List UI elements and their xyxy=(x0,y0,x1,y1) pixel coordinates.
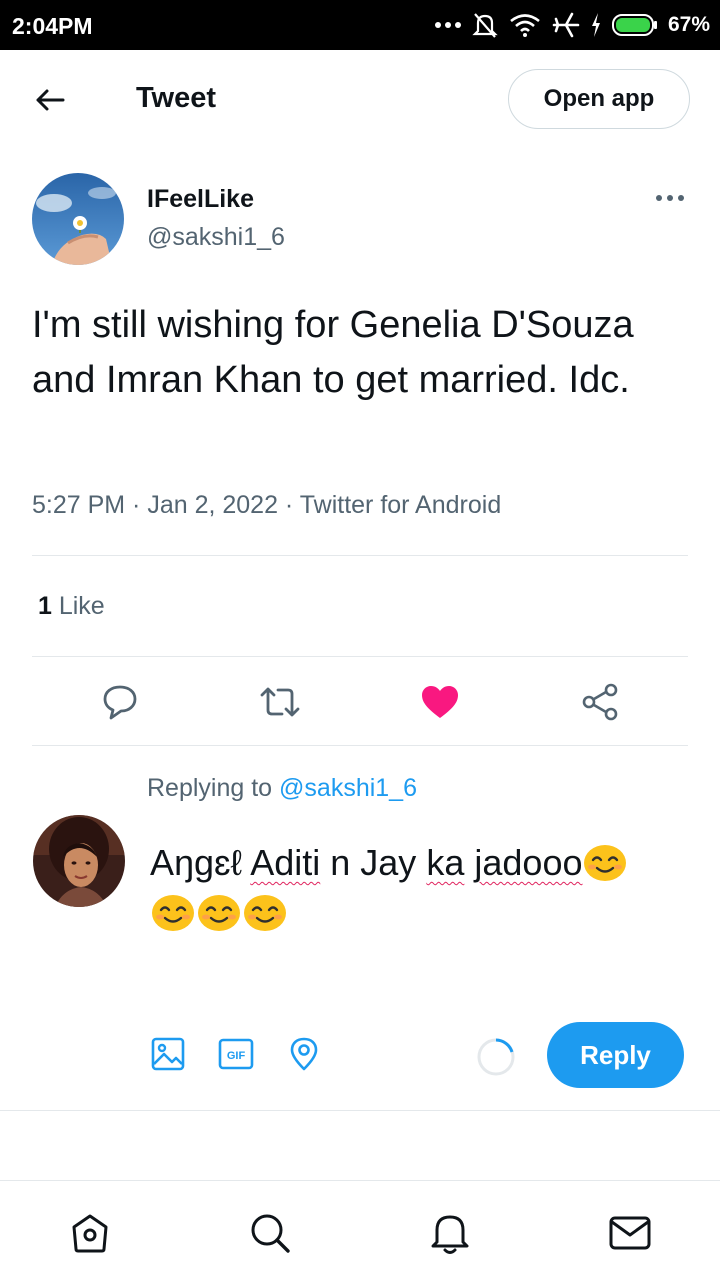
battery-icon xyxy=(611,14,657,36)
mute-bell-icon xyxy=(472,13,498,38)
author-avatar[interactable] xyxy=(32,173,124,265)
nav-messages[interactable] xyxy=(606,1209,654,1257)
svg-text:GIF: GIF xyxy=(227,1050,246,1062)
character-count-ring xyxy=(477,1038,515,1076)
nav-home[interactable] xyxy=(66,1209,114,1257)
more-horizontal-icon xyxy=(656,195,684,201)
retweet-action-button[interactable] xyxy=(258,680,302,724)
gif-icon: GIF xyxy=(218,1038,254,1070)
nav-search[interactable] xyxy=(246,1209,294,1257)
reply-action-button[interactable] xyxy=(98,680,142,724)
reply-word: n Jay xyxy=(330,842,417,883)
replying-to: Replying to @sakshi1_6 xyxy=(147,774,417,803)
add-gif-button[interactable]: GIF xyxy=(218,1036,254,1072)
page-title: Tweet xyxy=(136,82,217,114)
image-icon xyxy=(151,1037,185,1071)
replying-prefix: Replying to xyxy=(147,774,280,802)
like-count-number: 1 xyxy=(38,592,52,620)
home-icon xyxy=(72,1214,108,1253)
messages-envelope-icon xyxy=(609,1216,651,1250)
status-time: 2:04PM xyxy=(12,13,93,39)
author-name[interactable]: IFeelLike xyxy=(147,185,254,214)
reply-icon xyxy=(103,685,137,720)
wifi-icon xyxy=(510,14,540,37)
tweet-text: I'm still wishing for Genelia D'Souza an… xyxy=(32,304,634,401)
status-bar: 2:04PM 67% xyxy=(0,0,720,50)
reply-word-misspelled: jadooo xyxy=(474,842,583,883)
divider xyxy=(32,745,688,746)
like-action-button[interactable] xyxy=(418,680,462,724)
reply-word: Aŋgɛℓ xyxy=(150,842,243,883)
bottom-nav xyxy=(0,1180,720,1280)
open-app-button[interactable]: Open app xyxy=(508,69,690,129)
airplane-icon xyxy=(552,12,580,38)
retweet-icon xyxy=(260,687,300,717)
back-button[interactable] xyxy=(24,80,76,120)
add-location-button[interactable] xyxy=(286,1036,322,1072)
reply-word-misspelled: Aditi xyxy=(250,842,321,883)
reply-button[interactable]: Reply xyxy=(547,1022,684,1088)
smiling-face-emoji xyxy=(582,841,628,883)
divider xyxy=(32,555,688,556)
battery-percent: 67% xyxy=(667,13,710,36)
share-icon xyxy=(582,683,618,721)
likes-count[interactable]: 1 Like xyxy=(38,592,105,621)
smiling-face-emoji xyxy=(196,891,242,933)
status-icons: 67% xyxy=(434,10,710,40)
smiling-face-emoji xyxy=(150,891,196,933)
add-image-button[interactable] xyxy=(150,1036,186,1072)
divider xyxy=(0,1110,720,1111)
replying-handle-link[interactable]: @sakshi1_6 xyxy=(279,774,417,802)
header: Tweet Open app xyxy=(0,50,720,148)
arrow-left-icon xyxy=(36,89,65,111)
charging-icon xyxy=(591,13,600,37)
user-avatar[interactable] xyxy=(33,815,125,907)
author-handle[interactable]: @sakshi1_6 xyxy=(147,223,285,252)
more-dots-icon xyxy=(434,22,461,28)
smiling-face-emoji xyxy=(242,891,288,933)
reply-word-misspelled: ka xyxy=(426,842,465,883)
divider xyxy=(32,656,688,657)
location-pin-icon xyxy=(290,1037,318,1071)
notifications-bell-icon xyxy=(431,1215,469,1254)
like-count-label: Like xyxy=(51,592,105,620)
like-heart-icon xyxy=(422,686,458,718)
tweet-meta: 5:27 PM · Jan 2, 2022 · Twitter for Andr… xyxy=(32,491,502,519)
search-icon xyxy=(251,1214,290,1253)
nav-notifications[interactable] xyxy=(426,1209,474,1257)
more-options-button[interactable] xyxy=(650,185,690,211)
share-action-button[interactable] xyxy=(578,680,622,724)
reply-text-input[interactable]: Aŋgɛℓ Aditi n Jay ka jadooo xyxy=(150,838,680,938)
